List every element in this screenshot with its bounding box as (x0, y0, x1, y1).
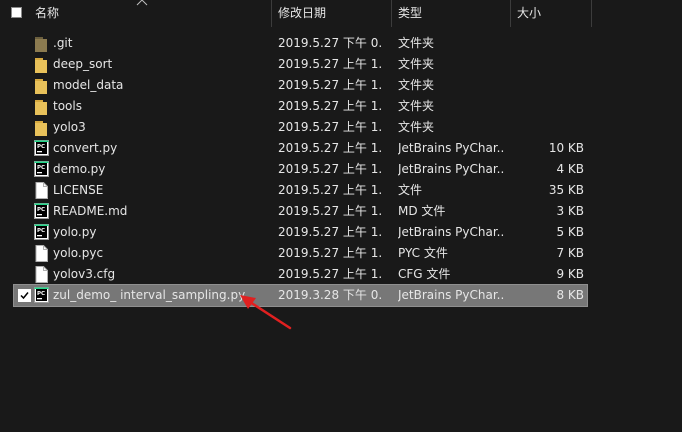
file-name: .git (53, 36, 73, 50)
file-type: JetBrains PyChar... (398, 225, 504, 239)
pycharm-icon: PC (34, 203, 50, 220)
svg-text:PC: PC (37, 144, 45, 150)
file-date: 2019.5.27 上午 1... (278, 120, 382, 134)
sort-ascending-icon[interactable] (136, 0, 148, 6)
file-row[interactable]: PC zul_demo_ interval_sampling.py 2019.3.2… (13, 284, 588, 307)
column-header-date[interactable]: 修改日期 (278, 0, 326, 27)
pycharm-icon: PC (34, 161, 50, 178)
folder-icon (34, 56, 50, 73)
file-date: 2019.5.27 上午 1... (278, 78, 382, 92)
file-name: LICENSE (53, 183, 104, 197)
file-size: 4 KB (556, 162, 584, 176)
pycharm-icon: PC (34, 224, 50, 241)
file-type: 文件夹 (398, 120, 435, 134)
file-row[interactable]: .git 2019.5.27 下午 0... 文件夹 (14, 33, 587, 54)
folder-icon (34, 98, 50, 115)
select-all-checkbox[interactable] (11, 7, 22, 18)
file-date: 2019.5.27 上午 1... (278, 141, 382, 155)
file-row[interactable]: PC convert.py 2019.5.27 上午 1... JetBrains P… (14, 138, 587, 159)
file-name: README.md (53, 204, 128, 218)
file-type: 文件夹 (398, 36, 435, 50)
file-name: yolov3.cfg (53, 267, 116, 281)
file-size (508, 54, 584, 75)
file-size (508, 117, 584, 138)
annotation-arrow (240, 295, 292, 330)
pycharm-icon: PC (34, 287, 50, 304)
file-type: 文件夹 (398, 57, 435, 71)
svg-text:PC: PC (37, 165, 45, 171)
file-type: MD 文件 (398, 204, 446, 218)
file-name: yolo3 (53, 120, 86, 134)
file-icon (34, 245, 50, 262)
file-row[interactable]: tools 2019.5.27 上午 1... 文件夹 (14, 96, 587, 117)
file-type: 文件夹 (398, 99, 435, 113)
file-row[interactable]: LICENSE 2019.5.27 上午 1... 文件 35 KB (14, 180, 587, 201)
file-name: demo.py (53, 162, 106, 176)
file-date: 2019.5.27 上午 1... (278, 57, 382, 71)
file-name: tools (53, 99, 82, 113)
file-type: PYC 文件 (398, 246, 448, 260)
file-row[interactable]: PC yolo.py 2019.5.27 上午 1... JetBrains PyCh… (14, 222, 587, 243)
file-date: 2019.5.27 上午 1... (278, 162, 382, 176)
file-row[interactable]: yolov3.cfg 2019.5.27 上午 1... CFG 文件 9 KB (14, 264, 587, 285)
file-size: 10 KB (548, 141, 584, 155)
file-icon (34, 182, 50, 199)
svg-text:PC: PC (37, 291, 45, 297)
file-size: 9 KB (556, 267, 584, 281)
column-header-type[interactable]: 类型 (398, 0, 422, 27)
file-size: 3 KB (556, 204, 584, 218)
file-row[interactable]: yolo3 2019.5.27 上午 1... 文件夹 (14, 117, 587, 138)
folder-icon (34, 77, 50, 94)
column-header-size[interactable]: 大小 (517, 0, 541, 27)
file-name: model_data (53, 78, 124, 92)
file-type: JetBrains PyChar... (398, 288, 504, 302)
column-divider[interactable] (591, 0, 592, 27)
file-name: deep_sort (53, 57, 113, 71)
file-row[interactable]: deep_sort 2019.5.27 上午 1... 文件夹 (14, 54, 587, 75)
file-type: CFG 文件 (398, 267, 451, 281)
file-date: 2019.5.27 上午 1... (278, 183, 382, 197)
column-divider[interactable] (510, 0, 511, 27)
file-row[interactable]: yolo.pyc 2019.5.27 上午 1... PYC 文件 7 KB (14, 243, 587, 264)
svg-text:PC: PC (37, 207, 45, 213)
file-name: yolo.pyc (53, 246, 104, 260)
file-size (508, 33, 584, 54)
file-type: 文件夹 (398, 78, 435, 92)
file-date: 2019.5.27 上午 1... (278, 246, 382, 260)
file-date: 2019.5.27 上午 1... (278, 225, 382, 239)
file-name: yolo.py (53, 225, 97, 239)
svg-text:PC: PC (37, 228, 45, 234)
file-row[interactable]: model_data 2019.5.27 上午 1... 文件夹 (14, 75, 587, 96)
file-size (508, 96, 584, 117)
column-header-name[interactable]: 名称 (35, 0, 59, 27)
file-icon (34, 266, 50, 283)
file-date: 2019.5.27 上午 1... (278, 99, 382, 113)
file-name: convert.py (53, 141, 118, 155)
file-type: 文件 (398, 183, 423, 197)
pycharm-icon: PC (34, 140, 50, 157)
column-divider[interactable] (271, 0, 272, 27)
file-type: JetBrains PyChar... (398, 162, 504, 176)
column-divider[interactable] (391, 0, 392, 27)
file-row[interactable]: PC README.md 2019.5.27 上午 1... MD 文件 3 KB (14, 201, 587, 222)
file-size: 8 KB (556, 288, 584, 302)
file-date: 2019.5.27 上午 1... (278, 204, 382, 218)
file-date: 2019.5.27 上午 1... (278, 267, 382, 281)
file-row[interactable]: PC demo.py 2019.5.27 上午 1... JetBrains PyCh… (14, 159, 587, 180)
file-date: 2019.5.27 下午 0... (278, 36, 382, 50)
file-size: 5 KB (556, 225, 584, 239)
file-size: 35 KB (548, 183, 584, 197)
folder-icon (34, 119, 50, 136)
file-size (508, 75, 584, 96)
row-checkbox[interactable] (18, 289, 31, 302)
file-type: JetBrains PyChar... (398, 141, 504, 155)
file-size: 7 KB (556, 246, 584, 260)
checkmark-icon (20, 292, 29, 300)
column-header-bar: 名称 修改日期 类型 大小 (0, 0, 682, 27)
git-folder-icon (34, 35, 50, 52)
